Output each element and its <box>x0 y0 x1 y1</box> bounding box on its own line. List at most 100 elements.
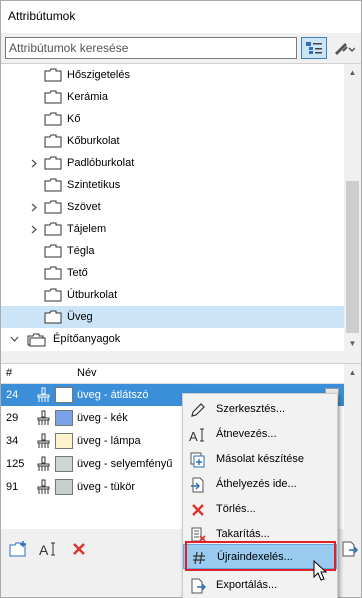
pencil-icon <box>189 401 207 419</box>
scroll-up-icon[interactable]: ▲ <box>344 364 361 381</box>
folder-icon <box>44 134 62 148</box>
paint-brush-icon <box>35 479 51 495</box>
row-index: 29 <box>6 412 19 424</box>
paint-brush-icon <box>35 387 51 403</box>
scrollbar-thumb[interactable] <box>346 181 359 333</box>
column-header-name[interactable]: Név <box>77 367 97 379</box>
export-icon <box>189 577 207 595</box>
color-swatch <box>55 387 73 403</box>
menu-item[interactable]: A Átnevezés... <box>183 422 337 447</box>
color-swatch <box>55 433 73 449</box>
folder-icon <box>44 90 62 104</box>
pane-splitter[interactable] <box>1 351 361 363</box>
tree-item[interactable]: Tájelem <box>1 218 344 240</box>
folder-icon <box>44 178 62 192</box>
folder-icon <box>44 288 62 302</box>
tree-item-label: Kőburkolat <box>67 135 120 147</box>
options-button[interactable] <box>331 37 357 59</box>
tree-item-label: Kerámia <box>67 91 108 103</box>
folder-icon <box>44 200 62 214</box>
tree-item[interactable]: Üveg <box>1 306 344 328</box>
window-title: Attribútumok <box>8 9 76 23</box>
duplicate-icon <box>189 451 207 469</box>
tree-view-button[interactable] <box>301 37 327 59</box>
tree-item[interactable]: Kőburkolat <box>1 130 344 152</box>
title-bar: Attribútumok <box>1 1 361 33</box>
tree-item[interactable]: Kerámia <box>1 86 344 108</box>
tree-item-label: Padlóburkolat <box>67 157 135 169</box>
menu-item-label: Szerkesztés... <box>216 403 286 415</box>
tree-item-label: Szintetikus <box>67 179 121 191</box>
column-header-num[interactable]: # <box>6 367 12 379</box>
tree-item-label: Hőszigetelés <box>67 69 130 81</box>
delete-button[interactable] <box>68 538 90 560</box>
tree-item[interactable]: Hőszigetelés <box>1 64 344 86</box>
tree-item[interactable]: Tégla <box>1 240 344 262</box>
folder-icon <box>44 156 62 170</box>
tree-group-label: Építőanyagok <box>53 333 121 345</box>
tree-group-row[interactable]: Építőanyagok <box>1 328 344 350</box>
chevron-right-icon[interactable] <box>29 224 39 234</box>
folder-icon <box>44 222 62 236</box>
row-index: 91 <box>6 481 19 493</box>
rename-button[interactable]: A <box>38 538 60 560</box>
menu-item-label: Áthelyezés ide... <box>216 478 297 490</box>
new-attribute-button[interactable] <box>8 538 30 560</box>
attribute-tree: Hőszigetelés Kerámia Kő Kőburkolat Padlóburk… <box>1 63 361 351</box>
chevron-down-icon[interactable] <box>9 334 19 344</box>
tree-scrollbar[interactable]: ▲ ▼ <box>344 64 361 351</box>
export-icon <box>342 541 359 557</box>
stacked-folder-icon <box>27 332 46 347</box>
table-scrollbar[interactable]: ▲ <box>344 364 361 530</box>
folder-icon <box>44 112 62 126</box>
table-header: # Név <box>1 364 344 384</box>
menu-item[interactable]: Törlés... <box>183 497 337 522</box>
folder-icon <box>44 68 62 82</box>
menu-item-label: Átnevezés... <box>216 428 277 440</box>
tree-item[interactable]: Padlóburkolat <box>1 152 344 174</box>
tree-item-label: Tető <box>67 267 88 279</box>
tree-view-icon <box>306 42 322 54</box>
tree-item[interactable]: Tető <box>1 262 344 284</box>
settings-wrench-icon <box>335 43 355 55</box>
menu-item[interactable]: Szerkesztés... <box>183 397 337 422</box>
row-index: 24 <box>6 389 19 401</box>
tree-item[interactable]: Kő <box>1 108 344 130</box>
chevron-right-icon[interactable] <box>29 158 39 168</box>
tree-item-label: Üveg <box>67 311 93 323</box>
menu-item-label: Törlés... <box>216 503 256 515</box>
color-swatch <box>55 456 73 472</box>
rename-icon: A <box>39 542 55 557</box>
folder-icon <box>44 310 62 324</box>
new-folder-icon <box>9 541 26 557</box>
folder-icon <box>44 244 62 258</box>
paint-brush-icon <box>35 456 51 472</box>
tree-item[interactable]: Szintetikus <box>1 174 344 196</box>
move-to-icon <box>189 476 207 494</box>
menu-item-label: Takarítás... <box>216 528 270 540</box>
menu-item-label: Másolat készítése <box>216 453 305 465</box>
menu-item[interactable]: Áthelyezés ide... <box>183 472 337 497</box>
paint-brush-icon <box>35 410 51 426</box>
delete-x-icon <box>73 543 85 555</box>
search-input[interactable] <box>5 37 297 59</box>
scroll-down-icon[interactable]: ▼ <box>344 335 361 351</box>
tree-item-label: Tájelem <box>67 223 107 235</box>
rename-icon: A <box>189 426 207 444</box>
chevron-right-icon[interactable] <box>29 202 39 212</box>
tree-item-label: Tégla <box>67 245 95 257</box>
tree-item-label: Szövet <box>67 201 101 213</box>
scroll-up-icon[interactable]: ▲ <box>344 64 361 81</box>
attribute-name: üveg - tükör <box>77 481 136 493</box>
paint-brush-icon <box>35 433 51 449</box>
attribute-name: üveg - kék <box>77 412 128 424</box>
tree-item[interactable]: Útburkolat <box>1 284 344 306</box>
row-index: 34 <box>6 435 19 447</box>
folder-icon <box>44 266 62 280</box>
export-button[interactable] <box>339 538 361 560</box>
menu-item-label: Exportálás... <box>216 579 278 591</box>
menu-item[interactable]: Másolat készítése <box>183 447 337 472</box>
tree-item[interactable]: Szövet <box>1 196 344 218</box>
attribute-name: üveg - selyemfényű <box>77 458 173 470</box>
svg-text:A: A <box>39 542 49 557</box>
